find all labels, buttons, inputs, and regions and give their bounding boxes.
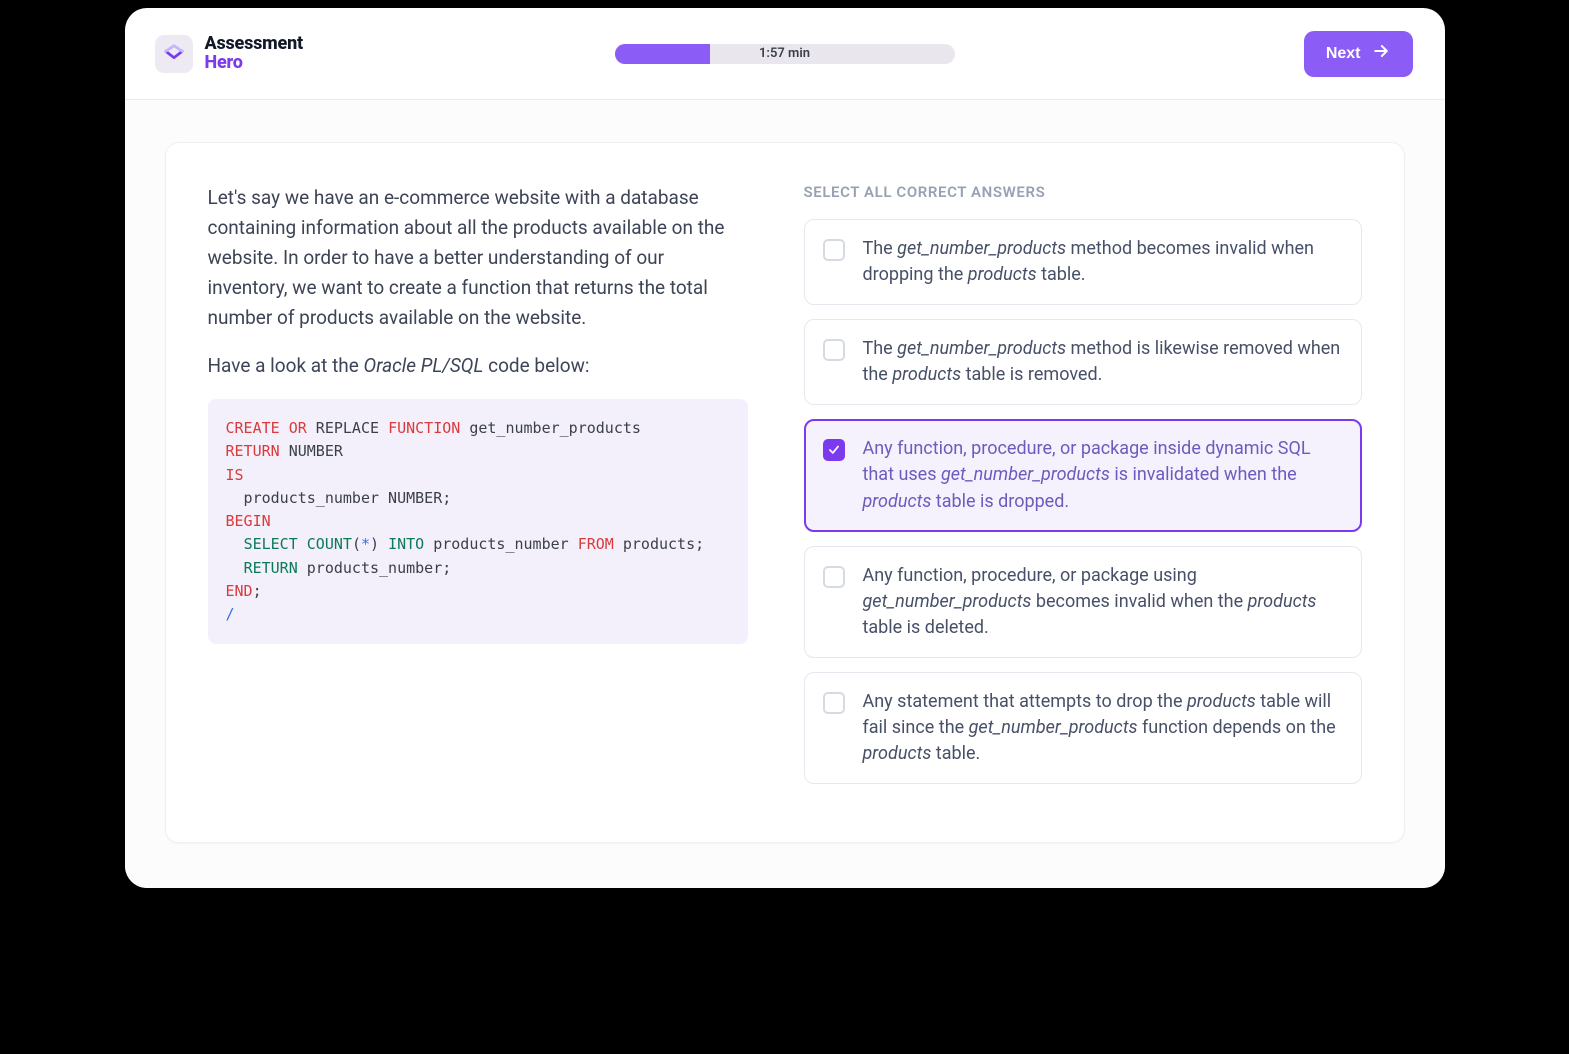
progress-bar: 1:57 min	[615, 44, 955, 64]
question-column: Let's say we have an e-commerce website …	[208, 183, 748, 798]
next-button[interactable]: Next	[1304, 31, 1413, 77]
answer-text: The get_number_products method becomes i…	[863, 236, 1341, 288]
question-card: Let's say we have an e-commerce website …	[165, 142, 1405, 843]
answer-option[interactable]: The get_number_products method becomes i…	[804, 219, 1362, 305]
progress-time-label: 1:57 min	[759, 46, 810, 61]
checkbox-icon	[823, 439, 845, 461]
app-window: Assessment Hero 1:57 min Next Let's say …	[125, 8, 1445, 888]
select-instruction: SELECT ALL CORRECT ANSWERS	[804, 183, 1362, 201]
arrow-right-icon	[1371, 41, 1391, 66]
brand-title-line2: Hero	[205, 54, 303, 73]
code-block: CREATE OR REPLACE FUNCTION get_number_pr…	[208, 399, 748, 644]
answer-text: Any function, procedure, or package insi…	[863, 436, 1341, 514]
brand-logo-icon	[155, 35, 193, 73]
answer-text: Any statement that attempts to drop the …	[863, 689, 1341, 767]
topbar: Assessment Hero 1:57 min Next	[125, 8, 1445, 100]
checkbox-icon	[823, 566, 845, 588]
progress-fill	[615, 44, 710, 64]
checkbox-icon	[823, 692, 845, 714]
answer-option[interactable]: Any function, procedure, or package usin…	[804, 546, 1362, 658]
question-text: Let's say we have an e-commerce website …	[208, 183, 748, 381]
checkbox-icon	[823, 239, 845, 261]
answer-option[interactable]: Any function, procedure, or package insi…	[804, 419, 1362, 531]
answer-option[interactable]: Any statement that attempts to drop the …	[804, 672, 1362, 784]
answers-column: SELECT ALL CORRECT ANSWERS The get_numbe…	[804, 183, 1362, 798]
question-paragraph-1: Let's say we have an e-commerce website …	[208, 183, 748, 333]
answer-option[interactable]: The get_number_products method is likewi…	[804, 319, 1362, 405]
answers-list: The get_number_products method becomes i…	[804, 219, 1362, 784]
brand: Assessment Hero	[155, 35, 303, 73]
checkbox-icon	[823, 339, 845, 361]
next-button-label: Next	[1326, 45, 1361, 63]
content-area: Let's say we have an e-commerce website …	[125, 100, 1445, 888]
answer-text: The get_number_products method is likewi…	[863, 336, 1341, 388]
answer-text: Any function, procedure, or package usin…	[863, 563, 1341, 641]
brand-title-line1: Assessment	[205, 35, 303, 54]
question-paragraph-2: Have a look at the Oracle PL/SQL code be…	[208, 351, 748, 381]
brand-text: Assessment Hero	[205, 35, 303, 73]
